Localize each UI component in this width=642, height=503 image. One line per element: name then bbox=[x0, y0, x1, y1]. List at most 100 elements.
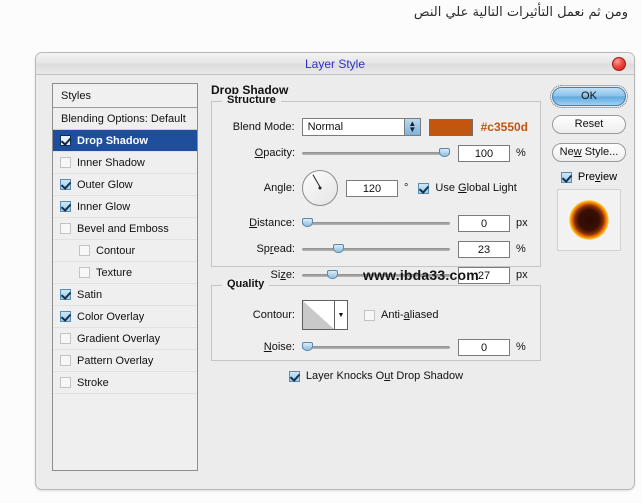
slider-knob[interactable] bbox=[302, 342, 313, 351]
chevron-down-icon[interactable]: ▼ bbox=[335, 301, 347, 329]
layer-knocks-out-row[interactable]: Layer Knocks Out Drop Shadow bbox=[211, 370, 541, 382]
contour-picker[interactable]: ▼ bbox=[302, 300, 348, 330]
style-label: Stroke bbox=[77, 376, 109, 389]
angle-input[interactable]: 120 bbox=[346, 179, 398, 197]
opacity-slider[interactable] bbox=[302, 146, 450, 160]
slider-track bbox=[302, 346, 450, 349]
ok-button[interactable]: OK bbox=[550, 85, 628, 108]
sidebar-item-drop-shadow[interactable]: Drop Shadow bbox=[53, 130, 197, 152]
sidebar-item-texture[interactable]: Texture bbox=[53, 262, 197, 284]
style-label: Drop Shadow bbox=[77, 134, 148, 147]
blend-mode-value: Normal bbox=[307, 121, 344, 133]
blend-mode-label: Blend Mode: bbox=[232, 121, 295, 133]
checkbox-contour[interactable] bbox=[79, 245, 90, 256]
blend-mode-select[interactable]: Normal ▲ ▼ bbox=[301, 118, 421, 136]
style-label: Bevel and Emboss bbox=[77, 222, 169, 235]
noise-input[interactable]: 0 bbox=[458, 338, 510, 356]
checkbox-anti-aliased[interactable] bbox=[364, 309, 375, 321]
anti-aliased-row[interactable]: Anti-aliased bbox=[364, 309, 439, 321]
distance-unit: px bbox=[516, 217, 528, 229]
checkbox-inner-glow[interactable] bbox=[60, 201, 71, 212]
chevron-updown-icon[interactable]: ▲ ▼ bbox=[403, 119, 420, 135]
layer-knocks-out-label: Layer Knocks Out Drop Shadow bbox=[305, 370, 464, 382]
contour-curve-icon bbox=[303, 301, 335, 329]
spread-label: Spread: bbox=[256, 243, 295, 255]
checkbox-texture[interactable] bbox=[79, 267, 90, 278]
distance-slider[interactable] bbox=[302, 216, 450, 230]
quality-legend: Quality bbox=[222, 278, 270, 290]
checkbox-stroke[interactable] bbox=[60, 377, 71, 388]
sidebar-item-inner-shadow[interactable]: Inner Shadow bbox=[53, 152, 197, 174]
structure-fieldset: Structure Blend Mode: Normal ▲ ▼ #c3550d … bbox=[211, 94, 541, 284]
noise-label: Noise: bbox=[263, 341, 295, 353]
checkbox-bevel-and-emboss[interactable] bbox=[60, 223, 71, 234]
sidebar-item-satin[interactable]: Satin bbox=[53, 284, 197, 306]
reset-button[interactable]: Reset bbox=[552, 115, 626, 134]
spread-slider[interactable] bbox=[302, 242, 450, 256]
style-label: Texture bbox=[96, 266, 133, 279]
noise-slider[interactable] bbox=[302, 340, 450, 354]
spread-input[interactable]: 23 bbox=[458, 240, 510, 258]
checkbox-use-global-light[interactable] bbox=[418, 182, 430, 194]
checkbox-gradient-overlay[interactable] bbox=[60, 333, 71, 344]
screenshot-root: ومن ثم نعمل التأثيرات التالية علي النص L… bbox=[0, 0, 642, 503]
dialog-titlebar: Layer Style bbox=[36, 53, 634, 75]
spread-unit: % bbox=[516, 243, 526, 255]
sidebar-item-stroke[interactable]: Stroke bbox=[53, 372, 197, 394]
sidebar-item-contour[interactable]: Contour bbox=[53, 240, 197, 262]
distance-label: Distance: bbox=[249, 217, 295, 229]
sidebar-item-inner-glow[interactable]: Inner Glow bbox=[53, 196, 197, 218]
styles-header: Styles bbox=[53, 84, 197, 108]
checkbox-outer-glow[interactable] bbox=[60, 179, 71, 190]
dialog-body: Styles Blending Options: Default Drop Sh… bbox=[36, 75, 634, 490]
checkbox-drop-shadow[interactable] bbox=[60, 135, 71, 146]
styles-list-panel: Styles Blending Options: Default Drop Sh… bbox=[52, 83, 198, 471]
contour-row: Contour: ▼ Anti-aliased bbox=[224, 298, 528, 332]
opacity-input[interactable]: 100 bbox=[458, 144, 510, 162]
angle-unit: ° bbox=[404, 182, 409, 194]
styles-list-filler bbox=[53, 394, 197, 470]
slider-knob[interactable] bbox=[439, 148, 450, 157]
blending-options-row[interactable]: Blending Options: Default bbox=[53, 108, 197, 130]
sidebar-item-bevel-and-emboss[interactable]: Bevel and Emboss bbox=[53, 218, 197, 240]
opacity-label: Opacity: bbox=[254, 147, 295, 159]
slider-track bbox=[302, 248, 450, 251]
sidebar-item-color-overlay[interactable]: Color Overlay bbox=[53, 306, 197, 328]
style-label: Contour bbox=[96, 244, 136, 257]
arabic-caption: ومن ثم نعمل التأثيرات التالية علي النص bbox=[413, 5, 628, 20]
checkbox-preview[interactable] bbox=[560, 171, 572, 183]
checkbox-inner-shadow[interactable] bbox=[60, 157, 71, 168]
checkbox-pattern-overlay[interactable] bbox=[60, 355, 71, 366]
angle-center-dot bbox=[318, 186, 322, 190]
close-circle-icon[interactable] bbox=[612, 57, 626, 71]
structure-legend: Structure bbox=[222, 94, 281, 106]
distance-input[interactable]: 0 bbox=[458, 214, 510, 232]
slider-track bbox=[302, 222, 450, 225]
drop-shadow-settings-panel: Drop Shadow Structure Blend Mode: Normal… bbox=[211, 83, 541, 471]
preview-label: Preview bbox=[577, 171, 618, 183]
slider-knob[interactable] bbox=[302, 218, 313, 227]
style-label: Satin bbox=[77, 288, 103, 301]
angle-row: Angle: 120 ° Use Global Light bbox=[224, 168, 528, 208]
sidebar-item-gradient-overlay[interactable]: Gradient Overlay bbox=[53, 328, 197, 350]
slider-track bbox=[302, 152, 450, 155]
style-label: Color Overlay bbox=[77, 310, 145, 323]
sidebar-item-outer-glow[interactable]: Outer Glow bbox=[53, 174, 197, 196]
checkbox-color-overlay[interactable] bbox=[60, 311, 71, 322]
distance-row: Distance: 0 px bbox=[224, 212, 528, 234]
opacity-row: Opacity: 100 % bbox=[224, 142, 528, 164]
noise-row: Noise: 0 % bbox=[224, 336, 528, 358]
slider-knob[interactable] bbox=[333, 244, 344, 253]
anti-aliased-label: Anti-aliased bbox=[381, 309, 439, 321]
preview-toggle-row[interactable]: Preview bbox=[552, 171, 626, 183]
watermark-text: www.ibda33.com bbox=[363, 267, 479, 283]
shadow-color-swatch[interactable] bbox=[428, 118, 473, 136]
checkbox-satin[interactable] bbox=[60, 289, 71, 300]
new-style-button[interactable]: New Style... bbox=[552, 143, 626, 162]
spread-row: Spread: 23 % bbox=[224, 238, 528, 260]
use-global-light-row[interactable]: Use Global Light bbox=[418, 182, 517, 194]
checkbox-layer-knocks-out[interactable] bbox=[288, 370, 300, 382]
sidebar-item-pattern-overlay[interactable]: Pattern Overlay bbox=[53, 350, 197, 372]
opacity-unit: % bbox=[516, 147, 526, 159]
angle-dial[interactable] bbox=[302, 170, 338, 206]
